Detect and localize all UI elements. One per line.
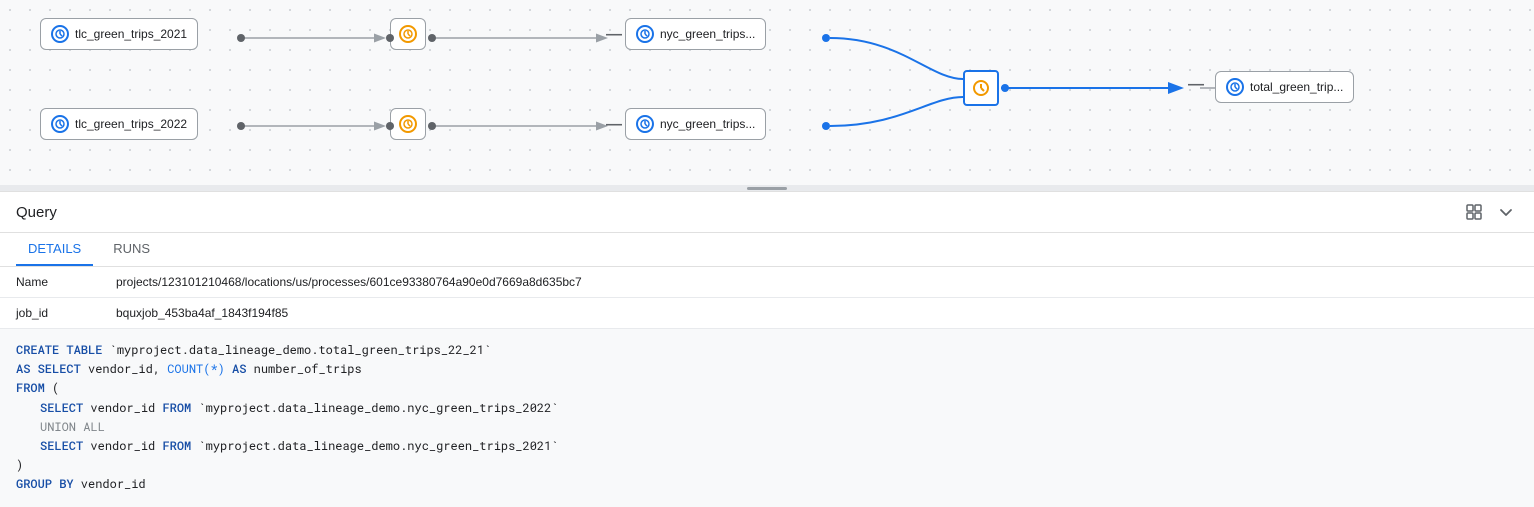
connector-dot-filter2022-out — [428, 122, 436, 130]
node-icon-filter2022 — [399, 115, 417, 133]
node-icon-tlc2021 — [51, 25, 69, 43]
node-icon-filter2021 — [399, 25, 417, 43]
dag-canvas[interactable]: tlc_green_trips_2021 — nyc_green_trips..… — [0, 0, 1534, 185]
dag-minus-2: — — [606, 116, 622, 134]
detail-row-jobid: job_id bquxjob_453ba4af_1843f194f85 — [0, 298, 1534, 329]
sql-line-1: CREATE TABLE `myproject.data_lineage_dem… — [16, 341, 1518, 360]
dag-node-total[interactable]: total_green_trip... — [1215, 71, 1354, 103]
query-header: Query — [0, 192, 1534, 233]
sql-line-2: AS SELECT vendor_id, COUNT(*) AS number_… — [16, 360, 1518, 379]
detail-label-name: Name — [16, 275, 116, 289]
node-icon-union — [972, 79, 990, 97]
dag-node-union[interactable] — [963, 70, 999, 106]
connector-dot-nyc2022-out — [822, 122, 830, 130]
detail-label-jobid: job_id — [16, 306, 116, 320]
connector-dot-union-out — [1001, 84, 1009, 92]
node-label-nyc2022: nyc_green_trips... — [660, 117, 755, 131]
connector-dot-tlc2021-out — [237, 34, 245, 42]
connector-dot-filter2022-in — [386, 122, 394, 130]
tab-details[interactable]: DETAILS — [16, 233, 93, 266]
sql-line-8: GROUP BY vendor_id — [16, 475, 1518, 494]
node-label-tlc2021: tlc_green_trips_2021 — [75, 27, 187, 41]
sql-line-3: FROM ( — [16, 379, 1518, 398]
tab-runs[interactable]: RUNS — [101, 233, 162, 266]
dag-node-filter2021[interactable] — [390, 18, 426, 50]
node-label-tlc2022: tlc_green_trips_2022 — [75, 117, 187, 131]
node-label-nyc2021: nyc_green_trips... — [660, 27, 755, 41]
query-title: Query — [16, 204, 57, 221]
node-label-total: total_green_trip... — [1250, 80, 1343, 94]
details-table: Name projects/123101210468/locations/us/… — [0, 267, 1534, 329]
dag-minus-3: — — [1188, 76, 1204, 94]
connector-dot-tlc2022-out — [237, 122, 245, 130]
sql-line-6: SELECT vendor_id FROM `myproject.data_li… — [16, 437, 1518, 456]
connector-dot-filter2021-out — [428, 34, 436, 42]
sql-line-4: SELECT vendor_id FROM `myproject.data_li… — [16, 399, 1518, 418]
connector-dot-filter2021-in — [386, 34, 394, 42]
dag-node-tlc2022[interactable]: tlc_green_trips_2022 — [40, 108, 198, 140]
sql-line-7: ) — [16, 456, 1518, 475]
dag-node-filter2022[interactable] — [390, 108, 426, 140]
node-icon-tlc2022 — [51, 115, 69, 133]
chevron-down-icon-button[interactable] — [1494, 200, 1518, 224]
resize-handle-bar — [747, 187, 787, 190]
dag-node-tlc2021[interactable]: tlc_green_trips_2021 — [40, 18, 198, 50]
header-icons — [1462, 200, 1518, 224]
detail-row-name: Name projects/123101210468/locations/us/… — [0, 267, 1534, 298]
detail-value-name: projects/123101210468/locations/us/proce… — [116, 275, 582, 289]
query-panel: Query DETAILS RUNS Name projects/1231012… — [0, 191, 1534, 507]
dag-node-nyc2021[interactable]: nyc_green_trips... — [625, 18, 766, 50]
node-icon-nyc2021 — [636, 25, 654, 43]
node-icon-nyc2022 — [636, 115, 654, 133]
connector-dot-nyc2021-out — [822, 34, 830, 42]
grid-icon-button[interactable] — [1462, 200, 1486, 224]
detail-value-jobid: bquxjob_453ba4af_1843f194f85 — [116, 306, 288, 320]
node-icon-total — [1226, 78, 1244, 96]
dag-node-nyc2022[interactable]: nyc_green_trips... — [625, 108, 766, 140]
tabs: DETAILS RUNS — [0, 233, 1534, 267]
dag-minus-1: — — [606, 26, 622, 44]
sql-editor[interactable]: CREATE TABLE `myproject.data_lineage_dem… — [0, 329, 1534, 507]
sql-line-5: UNION ALL — [16, 418, 1518, 437]
